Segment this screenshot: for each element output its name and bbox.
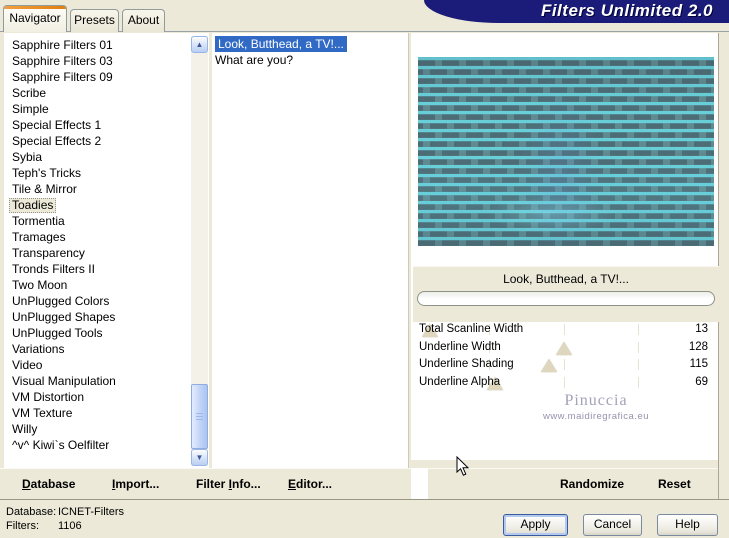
selected-filter[interactable]: Look, Butthead, a TV!... <box>215 36 347 52</box>
slider-tick <box>563 377 565 388</box>
category-list[interactable]: Sapphire Filters 01 Sapphire Filters 03 Sa… <box>4 33 209 472</box>
reset-button[interactable]: Reset <box>658 477 691 491</box>
filter-info-button[interactable]: Filter Info... <box>196 477 261 491</box>
preview-tint-overlay <box>418 57 714 246</box>
slider-tick <box>637 359 639 370</box>
category-item[interactable]: VM Texture <box>4 405 209 421</box>
category-item[interactable]: Special Effects 1 <box>4 117 209 133</box>
parameter-label: Total Scanline Width <box>419 323 524 335</box>
apply-button[interactable]: Apply <box>503 514 568 536</box>
parameter-row[interactable]: Underline Shading 115 <box>415 357 712 372</box>
category-item[interactable]: UnPlugged Shapes <box>4 309 209 325</box>
filter-item[interactable]: What are you? <box>212 52 408 68</box>
randomize-button[interactable]: Randomize <box>560 477 624 491</box>
slider-tick <box>637 377 639 388</box>
parameter-value: 115 <box>689 358 708 370</box>
slider-tick <box>637 324 639 335</box>
mouse-cursor <box>456 455 472 478</box>
parameter-value: 13 <box>695 323 708 335</box>
category-item[interactable]: Toadies <box>4 197 209 213</box>
category-item[interactable]: Tronds Filters II <box>4 261 209 277</box>
tab-about[interactable]: About <box>122 9 165 32</box>
category-scrollbar[interactable]: ▲ ▼ <box>191 36 208 466</box>
category-item[interactable]: Sapphire Filters 03 <box>4 53 209 69</box>
filter-caption: Look, Butthead, a TV!... <box>503 272 629 286</box>
parameter-value: 69 <box>695 376 708 388</box>
category-item[interactable]: UnPlugged Tools <box>4 325 209 341</box>
category-item[interactable]: Teph's Tricks <box>4 165 209 181</box>
category-item[interactable]: Variations <box>4 341 209 357</box>
filter-list[interactable]: Look, Butthead, a TV!... What are you? <box>212 33 409 468</box>
title-banner: Filters Unlimited 2.0 <box>424 0 729 23</box>
category-item[interactable]: Scribe <box>4 85 209 101</box>
category-item[interactable]: Willy <box>4 421 209 437</box>
watermark-url: www.maidiregrafica.eu <box>542 411 650 422</box>
command-bar-gap <box>411 468 428 499</box>
category-item[interactable]: Simple <box>4 101 209 117</box>
scroll-up-button[interactable]: ▲ <box>191 36 208 53</box>
category-item[interactable]: Visual Manipulation <box>4 373 209 389</box>
category-item[interactable]: ^v^ Kiwi`s Oelfilter <box>4 437 209 453</box>
parameter-row[interactable]: Underline Alpha 69 <box>415 375 712 390</box>
category-item[interactable]: Tramages <box>4 229 209 245</box>
tab-navigator[interactable]: Navigator <box>3 5 67 32</box>
parameter-label: Underline Shading <box>419 358 514 370</box>
tab-presets[interactable]: Presets <box>70 9 119 32</box>
category-item[interactable]: Sapphire Filters 01 <box>4 37 209 53</box>
slider-tick <box>637 342 639 353</box>
scroll-down-button[interactable]: ▼ <box>191 449 208 466</box>
status-database-value: ICNET-Filters <box>58 506 124 518</box>
command-bar-left: Database Import... Filter Info... Editor... <box>0 468 411 499</box>
parameter-label: Underline Alpha <box>419 376 501 388</box>
slider-tick <box>563 359 565 370</box>
parameter-row[interactable]: Underline Width 128 <box>415 340 712 355</box>
empty-row <box>415 428 712 443</box>
cancel-button[interactable]: Cancel <box>583 514 642 536</box>
help-button[interactable]: Help <box>657 514 718 536</box>
category-item[interactable]: Video <box>4 357 209 373</box>
scrollbar-thumb[interactable] <box>191 384 208 449</box>
status-filters-value: 1106 <box>58 520 82 532</box>
database-button[interactable]: Database <box>22 477 75 491</box>
watermark-name: Pinuccia <box>564 392 628 409</box>
parameter-label: Underline Width <box>419 341 501 353</box>
category-item[interactable]: Sapphire Filters 09 <box>4 69 209 85</box>
status-filters-label: Filters: <box>6 520 39 532</box>
selected-category[interactable]: Toadies <box>9 198 57 213</box>
category-item[interactable]: VM Distortion <box>4 389 209 405</box>
preview-zoom-slider[interactable] <box>417 291 715 306</box>
parameter-slider-thumb[interactable] <box>540 359 557 372</box>
import-button[interactable]: Import... <box>112 477 159 491</box>
parameter-value: 128 <box>688 341 708 353</box>
category-item[interactable]: UnPlugged Colors <box>4 293 209 309</box>
parameter-slider-thumb[interactable] <box>556 342 573 355</box>
category-item[interactable]: Tormentia <box>4 213 209 229</box>
category-item[interactable]: Special Effects 2 <box>4 133 209 149</box>
editor-button[interactable]: Editor... <box>288 477 332 491</box>
category-item[interactable]: Two Moon <box>4 277 209 293</box>
category-item[interactable]: Transparency <box>4 245 209 261</box>
parameter-row[interactable]: Total Scanline Width 13 <box>415 322 712 337</box>
status-database-label: Database: <box>6 506 57 518</box>
slider-tick <box>563 324 565 335</box>
filter-item[interactable]: Look, Butthead, a TV!... <box>212 36 408 52</box>
category-item[interactable]: Tile & Mirror <box>4 181 209 197</box>
category-item[interactable]: Sybia <box>4 149 209 165</box>
filters-unlimited-window: { "window": { "title": "Filters Unlimite… <box>0 0 729 538</box>
